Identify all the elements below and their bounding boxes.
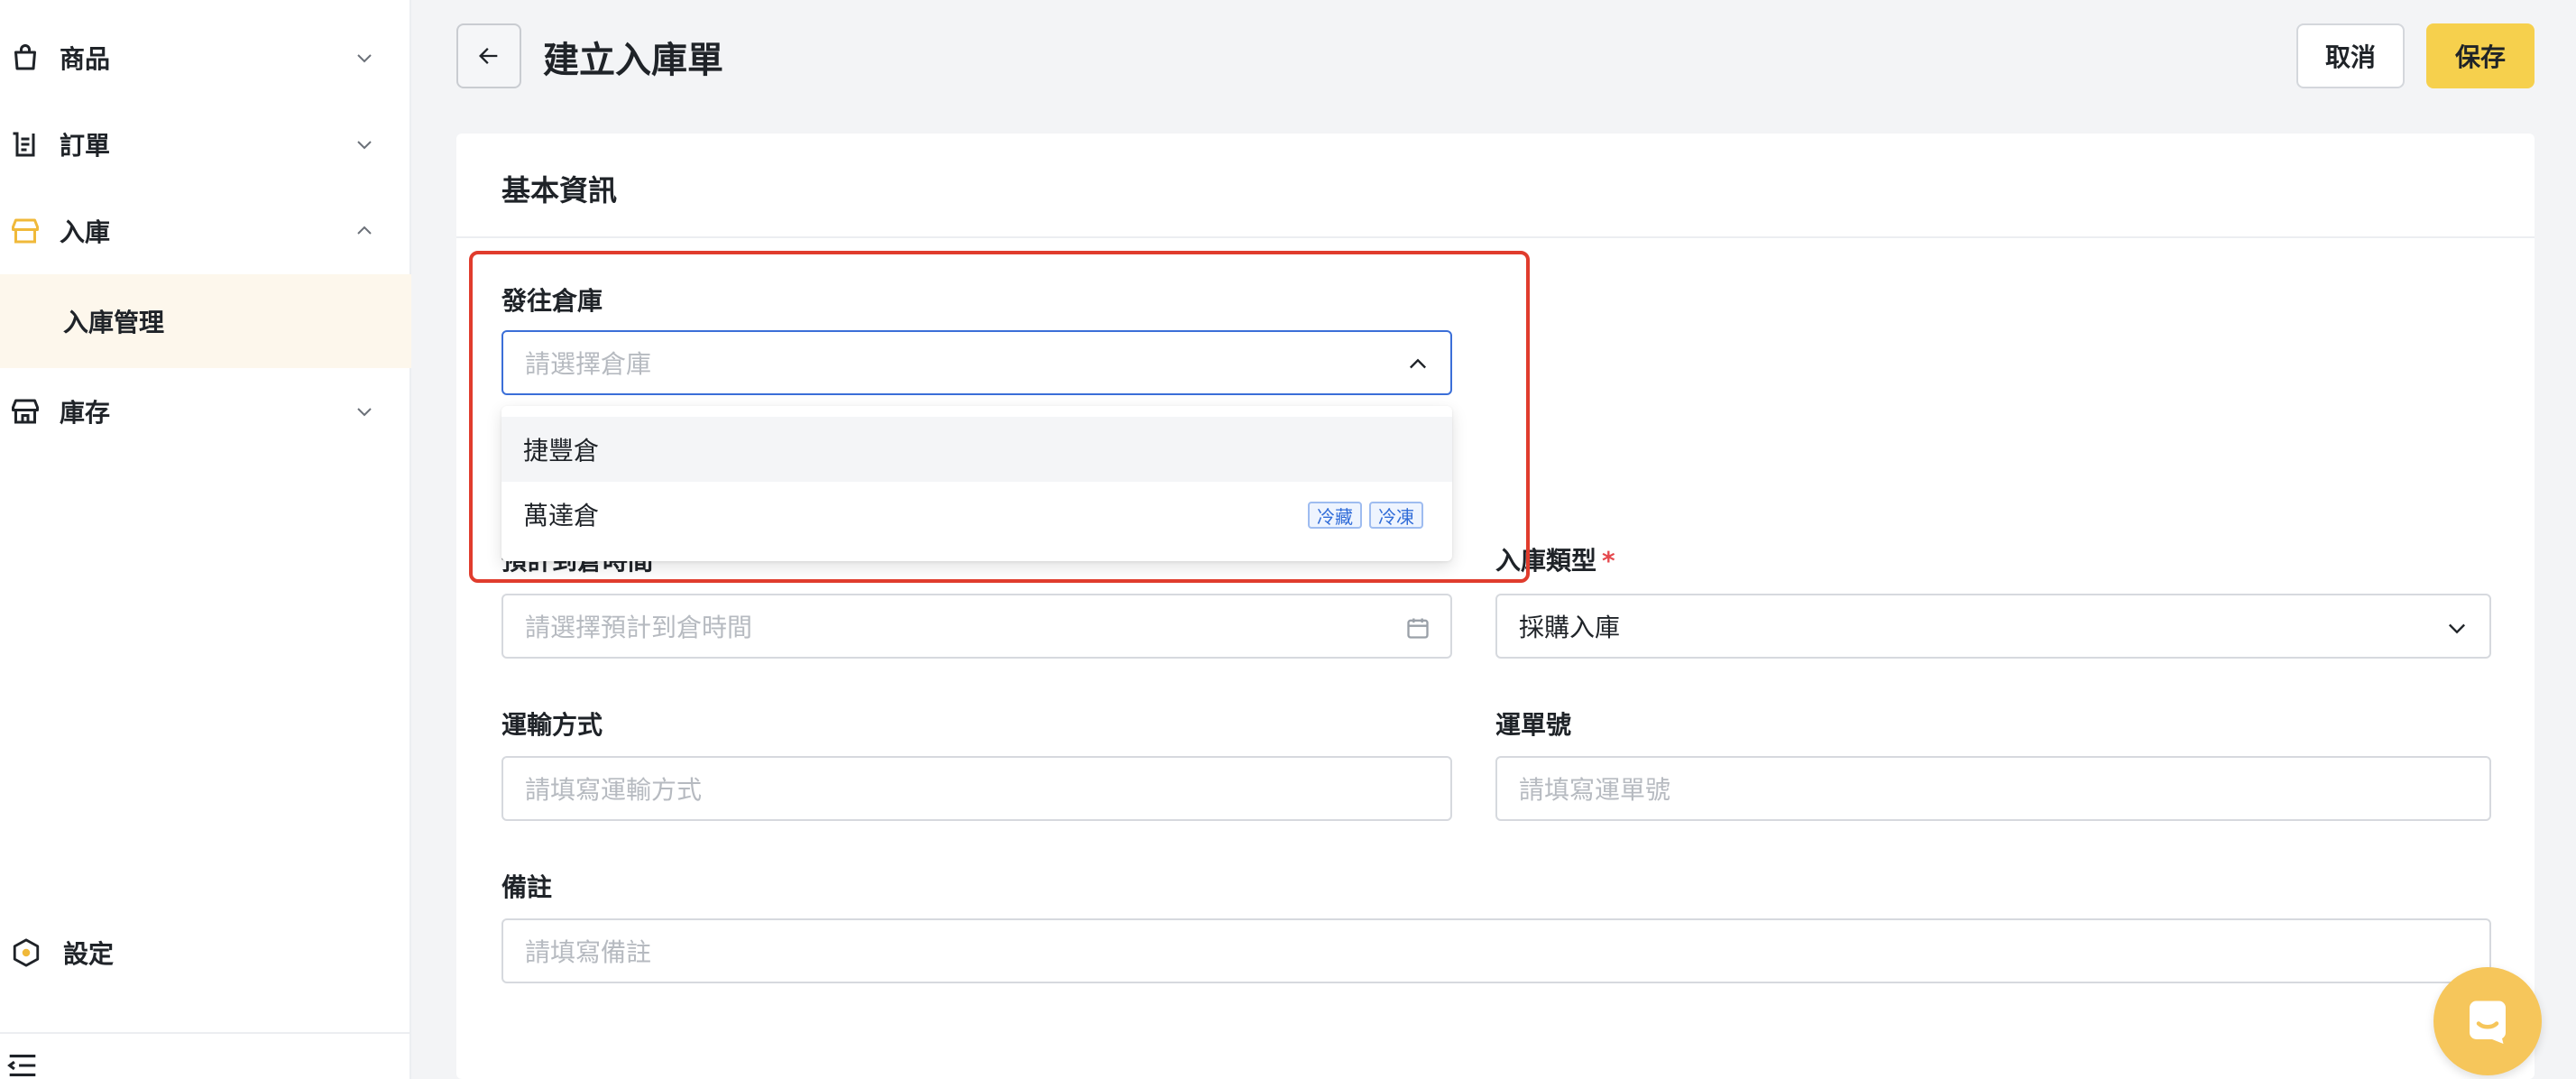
cancel-button[interactable]: 取消 <box>2296 23 2405 88</box>
collapse-menu-icon[interactable] <box>7 1054 38 1077</box>
sidebar-item-products[interactable]: 商品 <box>0 22 411 94</box>
option-label: 萬達倉 <box>523 501 600 530</box>
sidebar-item-label: 入庫 <box>60 217 111 247</box>
card-header: 基本資訊 <box>456 134 2535 238</box>
shipping-method-label: 運輸方式 <box>501 710 603 740</box>
warehouse-placeholder: 請選擇倉庫 <box>525 349 652 379</box>
chevron-up-icon <box>357 226 372 235</box>
page-title: 建立入庫單 <box>543 40 723 81</box>
sidebar-item-settings[interactable]: 設定 <box>0 917 411 989</box>
sidebar: 商品 訂單 入庫 入庫管理 庫存 設定 <box>0 0 411 1079</box>
warehouse-dropdown: 捷豐倉 萬達倉 冷藏 冷凍 <box>501 406 1452 561</box>
dropdown-option-jiefeng[interactable]: 捷豐倉 <box>501 417 1452 482</box>
receipt-icon <box>13 132 35 157</box>
warehouse-label: 發往倉庫 <box>501 286 603 316</box>
warehouse-icon <box>12 399 39 424</box>
tag-refrigerated: 冷藏 <box>1308 502 1362 529</box>
save-button[interactable]: 保存 <box>2426 23 2535 88</box>
sidebar-item-inbound[interactable]: 入庫 <box>0 195 411 267</box>
chevron-down-icon <box>357 54 372 63</box>
sidebar-footer <box>0 1032 411 1079</box>
chevron-down-icon <box>357 408 372 417</box>
arrow-left-icon <box>479 48 498 64</box>
tag-frozen: 冷凍 <box>1369 502 1423 529</box>
sidebar-subitem-label: 入庫管理 <box>63 308 165 337</box>
notes-placeholder: 請填寫備註 <box>525 937 652 967</box>
notes-label: 備註 <box>501 872 553 902</box>
required-mark: * <box>1602 546 1615 576</box>
arrival-time-picker[interactable]: 請選擇預計到倉時間 <box>501 594 1452 659</box>
inbound-type-select[interactable]: 採購入庫 <box>1495 594 2491 659</box>
hexagon-settings-icon <box>13 938 40 967</box>
sidebar-item-label: 商品 <box>60 44 111 74</box>
inbound-type-label-text: 入庫類型 <box>1495 546 1597 576</box>
shopping-bag-icon <box>14 44 36 70</box>
shipping-method-placeholder: 請填寫運輸方式 <box>525 775 703 805</box>
sidebar-item-label: 設定 <box>63 939 115 969</box>
sidebar-subitem-inbound-management[interactable]: 入庫管理 <box>0 274 411 368</box>
tracking-no-input[interactable]: 請填寫運單號 <box>1495 756 2491 821</box>
tracking-no-label: 運單號 <box>1495 710 1572 740</box>
chevron-down-icon <box>357 141 372 150</box>
warehouse-select[interactable]: 請選擇倉庫 <box>501 330 1452 395</box>
dropdown-option-wanda[interactable]: 萬達倉 冷藏 冷凍 <box>501 482 1452 547</box>
sidebar-item-orders[interactable]: 訂單 <box>0 108 411 180</box>
card-title: 基本資訊 <box>501 173 618 208</box>
sidebar-item-label: 庫存 <box>60 398 111 428</box>
notes-input[interactable]: 請填寫備註 <box>501 918 2491 983</box>
chevron-up-icon <box>1410 358 1426 369</box>
inbound-type-value: 採購入庫 <box>1519 613 1621 642</box>
store-icon <box>12 218 39 244</box>
back-button[interactable] <box>456 23 521 88</box>
option-label: 捷豐倉 <box>523 436 600 466</box>
calendar-icon <box>1407 618 1429 639</box>
arrival-time-placeholder: 請選擇預計到倉時間 <box>525 613 753 642</box>
inbound-type-label: 入庫類型 * <box>1495 541 1615 577</box>
chat-icon <box>2470 1001 2506 1044</box>
tracking-no-placeholder: 請填寫運單號 <box>1519 775 1671 805</box>
chevron-down-icon <box>2449 623 2465 634</box>
sidebar-item-inventory[interactable]: 庫存 <box>0 375 411 447</box>
shipping-method-input[interactable]: 請填寫運輸方式 <box>501 756 1452 821</box>
sidebar-item-label: 訂單 <box>60 131 111 161</box>
chat-support-button[interactable] <box>2433 967 2542 1075</box>
